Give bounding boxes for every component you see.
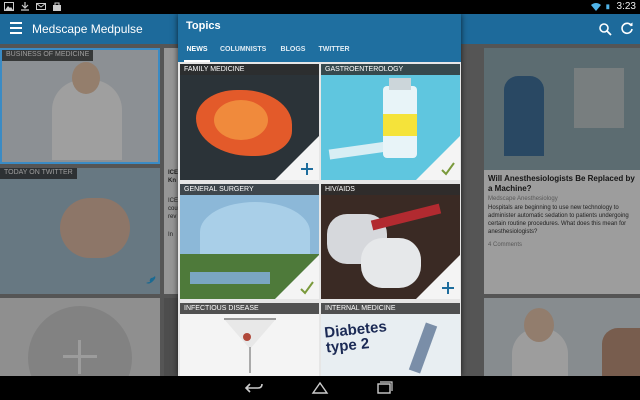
- add-topic-plus-icon[interactable]: [440, 280, 456, 296]
- clock-time: 3:23: [616, 1, 636, 12]
- topic-tile-internal-medicine[interactable]: Diabetes type 2 INTERNAL MEDICINE: [321, 303, 460, 376]
- back-icon[interactable]: [244, 380, 264, 396]
- topic-tile-hiv-aids[interactable]: HIV/AIDS: [321, 184, 460, 299]
- download-icon: [21, 2, 29, 11]
- home-icon[interactable]: [310, 380, 330, 396]
- selected-checkmark-icon[interactable]: [440, 161, 456, 177]
- topic-tile-gastroenterology[interactable]: GASTROENTEROLOGY: [321, 64, 460, 180]
- search-icon[interactable]: [598, 22, 612, 36]
- mail-icon: [36, 3, 46, 10]
- wifi-icon: [590, 3, 601, 11]
- refresh-icon[interactable]: [620, 21, 634, 35]
- system-nav-bar: [0, 376, 640, 400]
- topic-label: HIV/AIDS: [321, 184, 460, 195]
- menu-icon[interactable]: [10, 22, 22, 34]
- topic-label: FAMILY MEDICINE: [180, 64, 319, 75]
- topic-tile-infectious-disease[interactable]: INFECTIOUS DISEASE: [180, 303, 319, 376]
- feed-card-business[interactable]: BUSINESS OF MEDICINE: [0, 48, 160, 164]
- add-topic-plus-icon[interactable]: [299, 161, 315, 177]
- topic-tile-general-surgery[interactable]: GENERAL SURGERY: [180, 184, 319, 299]
- topic-label: GENERAL SURGERY: [180, 184, 319, 195]
- tab-columnists[interactable]: COLUMNISTS: [220, 42, 266, 62]
- tab-news[interactable]: NEWS: [184, 42, 210, 62]
- tab-twitter[interactable]: TWITTER: [318, 42, 350, 62]
- dialog-header: Topics NEWS COLUMNISTS BLOGS TWITTER: [178, 14, 461, 62]
- battery-icon: [605, 4, 609, 10]
- feed-card-anesthesia-image[interactable]: [484, 48, 640, 170]
- topics-dialog: Topics NEWS COLUMNISTS BLOGS TWITTER FAM…: [178, 14, 461, 376]
- tab-blogs[interactable]: BLOGS: [280, 42, 306, 62]
- dialog-tabs: NEWS COLUMNISTS BLOGS TWITTER: [178, 42, 461, 62]
- bag-icon: [53, 2, 61, 11]
- feed-card-twitter[interactable]: TODAY ON TWITTER: [0, 168, 160, 294]
- topic-label: GASTROENTEROLOGY: [321, 64, 460, 75]
- recent-apps-icon[interactable]: [374, 380, 394, 396]
- selected-checkmark-icon[interactable]: [299, 280, 315, 296]
- topic-tile-family-medicine[interactable]: FAMILY MEDICINE: [180, 64, 319, 180]
- app-title: Medscape Medpulse: [32, 22, 143, 36]
- diabetes-image-text: Diabetes type 2: [323, 318, 388, 357]
- feed-card-article[interactable]: Will Anesthesiologists Be Replaced by a …: [484, 170, 640, 294]
- tablet-screen: 3:23 Medscape Medpulse BUSINESS OF MEDIC…: [0, 0, 640, 400]
- topic-label: INTERNAL MEDICINE: [321, 303, 460, 314]
- topic-label: INFECTIOUS DISEASE: [180, 303, 319, 314]
- dialog-title: Topics: [186, 20, 221, 32]
- image-icon: [4, 2, 14, 11]
- status-bar: 3:23: [0, 0, 640, 14]
